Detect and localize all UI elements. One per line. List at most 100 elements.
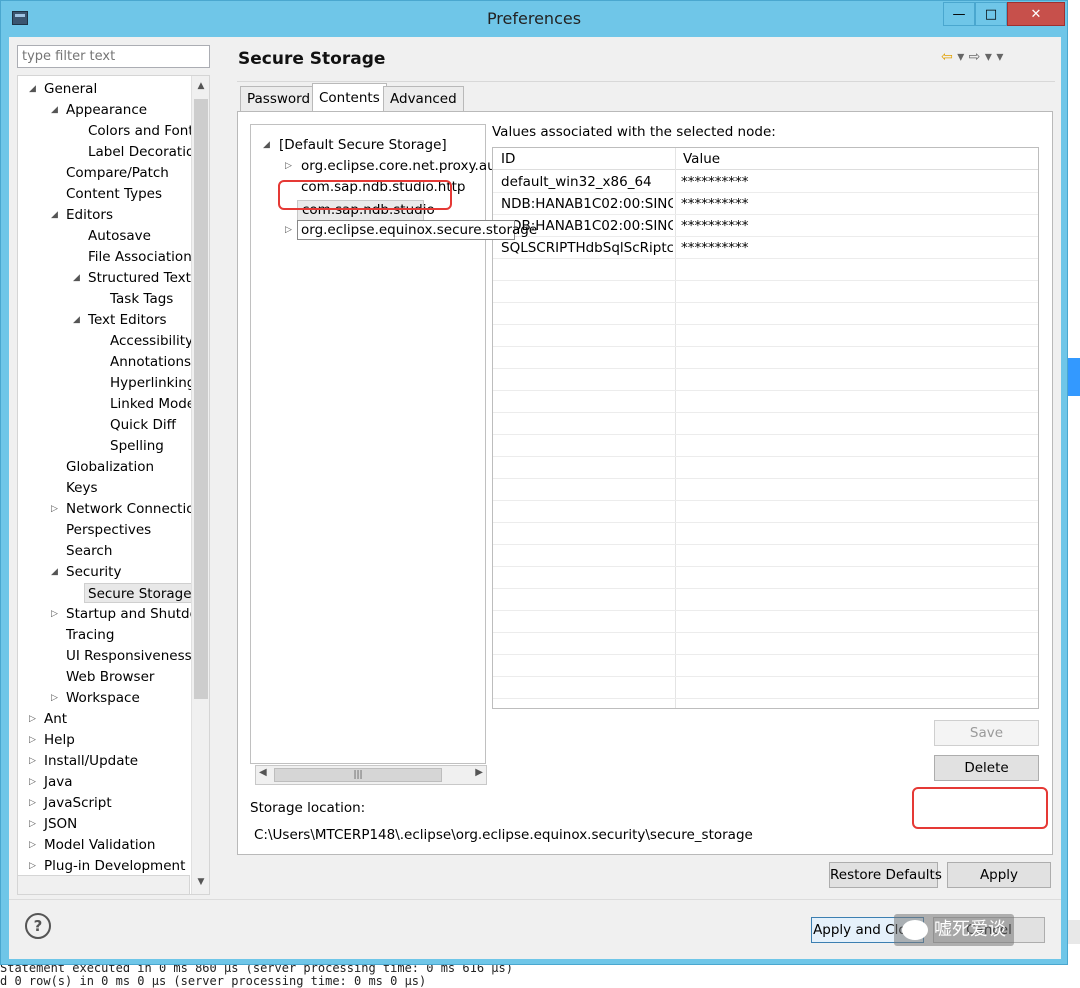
- empty-row: [493, 479, 1038, 501]
- scroll-up-icon[interactable]: ▲: [192, 76, 209, 96]
- tree-item[interactable]: Appearance: [66, 100, 147, 120]
- tree-item[interactable]: Task Tags: [110, 289, 173, 309]
- forward-arrow-icon[interactable]: ⇨: [969, 49, 981, 65]
- tab-contents[interactable]: Contents: [312, 83, 387, 112]
- expand-triangle-icon[interactable]: ▷: [51, 688, 58, 708]
- expand-triangle-icon[interactable]: ▷: [51, 499, 58, 519]
- empty-row: [493, 369, 1038, 391]
- tree-item[interactable]: Colors and Fonts: [88, 121, 201, 141]
- save-button[interactable]: Save: [934, 720, 1039, 746]
- storage-location-path: C:\Users\MTCERP148\.eclipse\org.eclipse.…: [254, 827, 753, 843]
- back-arrow-icon[interactable]: ⇦: [941, 49, 953, 65]
- tree-item[interactable]: Compare/Patch: [66, 163, 169, 183]
- tree-item[interactable]: Perspectives: [66, 520, 151, 540]
- storage-node-tooltip[interactable]: org.eclipse.equinox.secure.storage: [297, 220, 537, 240]
- tree-item[interactable]: Secure Storage: [84, 583, 196, 603]
- tree-item[interactable]: Globalization: [66, 457, 154, 477]
- expand-triangle-icon[interactable]: ▷: [285, 220, 292, 240]
- collapse-triangle-icon[interactable]: ◢: [51, 562, 58, 582]
- delete-button[interactable]: Delete: [934, 755, 1039, 781]
- tree-item[interactable]: Text Editors: [88, 310, 167, 330]
- expand-triangle-icon[interactable]: ▷: [285, 156, 292, 176]
- collapse-triangle-icon[interactable]: ◢: [263, 135, 270, 155]
- tree-item[interactable]: Java: [44, 772, 73, 792]
- storage-node[interactable]: org.eclipse.core.net.proxy.aut: [301, 156, 501, 176]
- tree-vscrollbar[interactable]: ▲ ▼: [191, 76, 209, 894]
- storage-tree-hscrollbar[interactable]: ◀ ||| ▶: [255, 765, 487, 785]
- title-bar[interactable]: Preferences — □ ✕: [1, 1, 1067, 37]
- collapse-triangle-icon[interactable]: ◢: [51, 205, 58, 225]
- tree-item[interactable]: Security: [66, 562, 121, 582]
- tree-item[interactable]: Keys: [66, 478, 98, 498]
- tree-item[interactable]: Autosave: [88, 226, 151, 246]
- tree-item[interactable]: Help: [44, 730, 75, 750]
- tree-item[interactable]: Network Connections: [66, 499, 209, 519]
- expand-triangle-icon[interactable]: ▷: [29, 709, 36, 729]
- tree-item[interactable]: Editors: [66, 205, 113, 225]
- values-label: Values associated with the selected node…: [492, 124, 776, 140]
- tree-item[interactable]: Model Validation: [44, 835, 156, 855]
- expand-triangle-icon[interactable]: ▷: [29, 730, 36, 750]
- table-row[interactable]: NDB:HANAB1C02:00:SING... **********: [493, 215, 1038, 237]
- collapse-triangle-icon[interactable]: ◢: [51, 100, 58, 120]
- tab-password[interactable]: Password: [240, 86, 318, 111]
- table-row[interactable]: default_win32_x86_64 **********: [493, 171, 1038, 193]
- expand-triangle-icon[interactable]: ▷: [29, 793, 36, 813]
- tab-advanced[interactable]: Advanced: [383, 86, 464, 111]
- tree-item[interactable]: Workspace: [66, 688, 140, 708]
- filter-input[interactable]: [17, 45, 210, 68]
- tree-item[interactable]: Install/Update: [44, 751, 138, 771]
- tree-item[interactable]: JSON: [44, 814, 77, 834]
- collapse-triangle-icon[interactable]: ◢: [29, 79, 36, 99]
- expand-triangle-icon[interactable]: ▷: [29, 835, 36, 855]
- storage-tree: ◢ [Default Secure Storage] ▷ org.eclipse…: [250, 124, 537, 785]
- tree-item[interactable]: Quick Diff: [110, 415, 176, 435]
- scroll-left-icon[interactable]: ◀: [259, 767, 267, 778]
- scroll-thumb[interactable]: |||: [274, 768, 442, 782]
- tree-item[interactable]: Startup and Shutdown: [66, 604, 209, 624]
- expand-triangle-icon[interactable]: ▷: [51, 604, 58, 624]
- tree-item[interactable]: Spelling: [110, 436, 164, 456]
- tree-item[interactable]: Content Types: [66, 184, 162, 204]
- expand-triangle-icon[interactable]: ▷: [29, 772, 36, 792]
- values-table: ID Value default_win32_x86_64 ********** N…: [492, 147, 1039, 709]
- collapse-triangle-icon[interactable]: ◢: [73, 310, 80, 330]
- storage-root[interactable]: [Default Secure Storage]: [279, 135, 447, 155]
- scroll-down-icon[interactable]: ▼: [192, 872, 209, 892]
- collapse-triangle-icon[interactable]: ◢: [73, 268, 80, 288]
- table-row[interactable]: SQLSCRIPTHdbSqlScRiptcl... **********: [493, 237, 1038, 259]
- tree-item[interactable]: Tracing: [66, 625, 114, 645]
- scroll-right-icon[interactable]: ▶: [475, 767, 483, 778]
- expand-triangle-icon[interactable]: ▷: [29, 856, 36, 876]
- column-header-id[interactable]: ID: [493, 148, 515, 170]
- back-dropdown-icon[interactable]: ▾: [957, 49, 964, 65]
- tree-item[interactable]: Accessibility: [110, 331, 193, 351]
- expand-triangle-icon[interactable]: ▷: [29, 751, 36, 771]
- tree-item[interactable]: General: [44, 79, 97, 99]
- forward-dropdown-icon[interactable]: ▾: [985, 49, 992, 65]
- tree-item[interactable]: Annotations: [110, 352, 191, 372]
- highlight-box: [278, 180, 452, 210]
- tree-hscrollbar[interactable]: [17, 875, 190, 895]
- tree-item[interactable]: JavaScript: [44, 793, 112, 813]
- minimize-button[interactable]: —: [943, 2, 975, 26]
- restore-defaults-button[interactable]: Restore Defaults: [829, 862, 942, 888]
- tree-item[interactable]: Search: [66, 541, 112, 561]
- column-header-value[interactable]: Value: [675, 148, 720, 170]
- tree-item[interactable]: Web Browser: [66, 667, 154, 687]
- apply-button[interactable]: Apply: [947, 862, 1051, 888]
- expand-triangle-icon[interactable]: ▷: [29, 814, 36, 834]
- maximize-button[interactable]: □: [975, 2, 1007, 26]
- tree-item[interactable]: Ant: [44, 709, 67, 729]
- empty-row: [493, 413, 1038, 435]
- scroll-thumb[interactable]: [194, 99, 208, 699]
- close-button[interactable]: ✕: [1007, 2, 1065, 26]
- tree-item[interactable]: Hyperlinking: [110, 373, 195, 393]
- table-row[interactable]: NDB:HANAB1C02:00:SING... **********: [493, 193, 1038, 215]
- view-menu-icon[interactable]: ▾: [996, 49, 1003, 65]
- tree-item[interactable]: Plug-in Development: [44, 856, 185, 876]
- tree-item[interactable]: UI Responsiveness Monitoring: [66, 646, 209, 666]
- tree-item[interactable]: Linked Mode: [110, 394, 195, 414]
- tree-item[interactable]: File Associations: [88, 247, 199, 267]
- help-icon[interactable]: ?: [25, 913, 51, 939]
